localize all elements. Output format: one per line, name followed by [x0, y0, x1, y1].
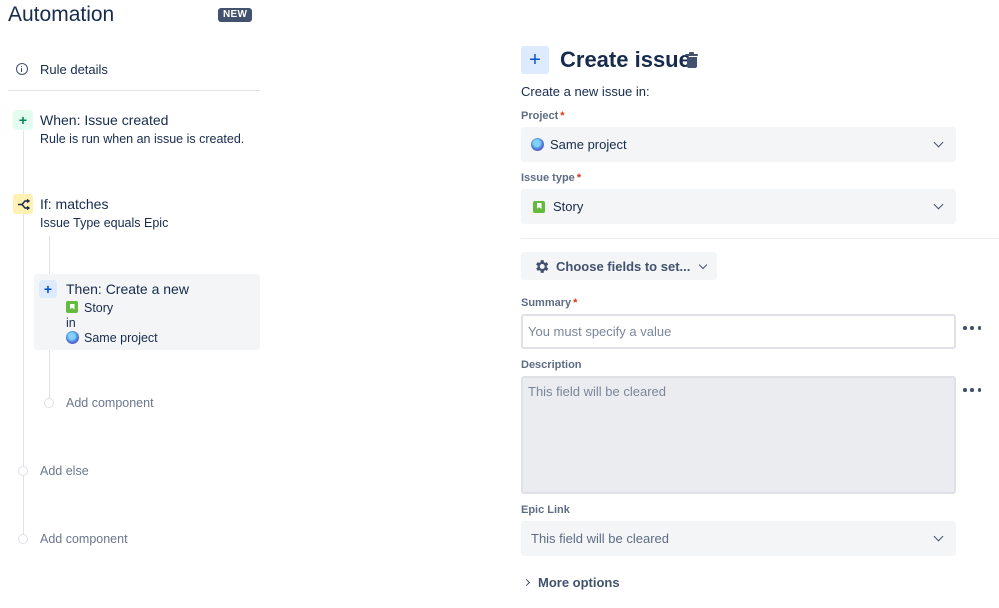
- project-icon: [531, 138, 544, 151]
- epic-link-value: This field will be cleared: [531, 531, 670, 546]
- summary-label: Summary *: [521, 297, 577, 309]
- action-project: Same project: [66, 331, 158, 345]
- action-plus-icon: +: [39, 280, 57, 298]
- rule-details-item[interactable]: Rule details: [16, 59, 108, 79]
- summary-label-text: Summary: [521, 297, 572, 309]
- add-else-marker: [18, 466, 28, 476]
- chevron-right-icon: [522, 578, 531, 587]
- condition-subtitle: Issue Type equals Epic: [40, 216, 169, 230]
- info-icon: [16, 63, 28, 75]
- add-component-outer-marker: [18, 534, 28, 544]
- rule-details-label: Rule details: [40, 61, 108, 77]
- issue-type-label-text: Issue type: [521, 172, 575, 184]
- action-project-label: Same project: [84, 331, 158, 345]
- chevron-down-icon: [933, 199, 944, 210]
- add-component-marker: [44, 398, 54, 408]
- chevron-down-icon: [933, 531, 944, 542]
- epic-link-label: Epic Link: [521, 504, 570, 516]
- story-icon: [533, 200, 545, 213]
- epic-link-select[interactable]: This field will be cleared: [521, 521, 956, 556]
- gear-icon: [536, 259, 549, 273]
- page-title: Automation: [8, 3, 115, 26]
- choose-fields-button[interactable]: Choose fields to set...: [521, 252, 717, 280]
- more-options-label: More options: [538, 575, 620, 590]
- required-marker: *: [573, 297, 578, 309]
- description-textarea[interactable]: This field will be cleared: [521, 376, 956, 494]
- trigger-subtitle: Rule is run when an issue is created.: [40, 132, 245, 146]
- required-marker: *: [576, 172, 582, 184]
- project-label-text: Project: [521, 110, 559, 122]
- summary-input[interactable]: You must specify a value: [521, 314, 956, 349]
- chevron-down-icon: [699, 260, 708, 269]
- trigger-title[interactable]: When: Issue created: [40, 112, 168, 128]
- create-plus-icon: +: [521, 46, 549, 74]
- choose-fields-label: Choose fields to set...: [556, 258, 691, 274]
- divider: [8, 90, 260, 91]
- branch-icon: [13, 194, 33, 214]
- branch-glyph: [17, 198, 30, 210]
- more-options-toggle[interactable]: More options: [522, 575, 620, 590]
- intro-text: Create a new issue in:: [521, 84, 650, 99]
- new-badge: NEW: [218, 8, 253, 22]
- rule-connector-line: [23, 131, 24, 541]
- add-component-inner-link[interactable]: Add component: [66, 396, 154, 410]
- action-title: Then: Create a new: [66, 281, 189, 297]
- trigger-plus-icon: +: [13, 110, 33, 130]
- trash-icon[interactable]: [685, 52, 698, 68]
- chevron-down-icon: [933, 137, 944, 148]
- description-more-icon[interactable]: [963, 387, 981, 393]
- description-label: Description: [521, 359, 582, 371]
- issue-type-select-value: Story: [553, 199, 584, 214]
- required-marker: *: [560, 110, 565, 122]
- summary-placeholder: You must specify a value: [528, 324, 672, 339]
- action-connector-text: in: [66, 316, 76, 330]
- add-component-outer-link[interactable]: Add component: [40, 532, 128, 546]
- panel-title: Create issue: [560, 47, 691, 72]
- summary-more-icon[interactable]: [963, 325, 981, 331]
- description-placeholder: This field will be cleared: [528, 384, 667, 399]
- condition-title[interactable]: If: matches: [40, 196, 108, 212]
- section-divider: [521, 238, 999, 239]
- project-select[interactable]: Same project: [521, 127, 956, 162]
- story-icon: [66, 301, 78, 313]
- add-else-link[interactable]: Add else: [40, 464, 89, 478]
- action-issue-type-label: Story: [84, 301, 114, 315]
- project-select-value: Same project: [550, 137, 627, 152]
- issue-type-select[interactable]: Story: [521, 189, 956, 224]
- project-label: Project *: [521, 110, 565, 122]
- issue-type-label: Issue type *: [521, 172, 581, 184]
- action-issue-type: Story: [66, 301, 113, 315]
- project-icon: [66, 331, 79, 344]
